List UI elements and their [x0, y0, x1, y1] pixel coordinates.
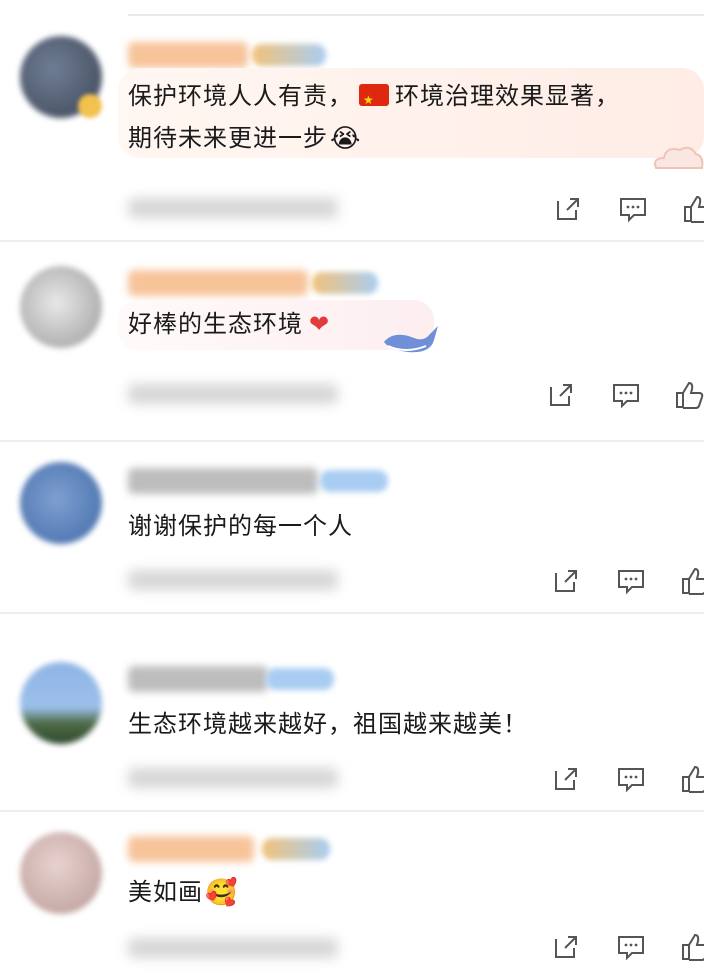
username[interactable] [128, 468, 318, 494]
comment-meta [128, 384, 338, 404]
comment-text-part: 美如画 [128, 878, 203, 906]
user-badge [320, 470, 388, 492]
username[interactable] [128, 836, 254, 862]
comment-text: 谢谢保护的每一个人 [128, 508, 353, 544]
thumbs-up-icon [684, 195, 704, 223]
comment-button[interactable] [616, 566, 646, 596]
comment-button[interactable] [618, 194, 648, 224]
like-button[interactable] [680, 932, 704, 962]
thumbs-up-icon [682, 567, 704, 595]
comment-meta [128, 570, 338, 590]
comment-text: 生态环境越来越好，祖国越来越美！ [128, 706, 528, 742]
share-icon [557, 198, 579, 220]
like-button[interactable] [682, 194, 704, 224]
laughing-tears-emoji-icon: 😭 [330, 124, 362, 154]
comment-divider [0, 440, 704, 442]
thumbs-up-icon [682, 933, 704, 961]
comment-icon [618, 936, 644, 961]
comment-text-part: 好棒的生态环境 [128, 310, 303, 338]
comment-divider [0, 810, 704, 812]
avatar[interactable] [20, 266, 102, 348]
china-flag-icon [359, 82, 389, 118]
share-icon [550, 384, 572, 406]
share-button[interactable] [553, 194, 583, 224]
username[interactable] [128, 270, 308, 296]
share-icon [555, 936, 577, 958]
comment-text-line2: 期待未来更进一步😭 [128, 120, 361, 157]
user-badge [262, 838, 330, 860]
username[interactable] [128, 666, 268, 692]
heart-emoji-icon: ❤ [309, 310, 331, 338]
share-icon [555, 768, 577, 790]
avatar[interactable] [20, 832, 102, 914]
whale-decoration-icon [384, 326, 438, 353]
like-button[interactable] [680, 764, 704, 794]
smiling-hearts-emoji-icon: 🥰 [205, 878, 239, 908]
comment-divider [0, 240, 704, 242]
comment-button[interactable] [616, 764, 646, 794]
comment-button[interactable] [611, 380, 641, 410]
comment-meta [128, 938, 338, 958]
comment-meta [128, 768, 338, 788]
top-divider [128, 14, 704, 16]
avatar[interactable] [20, 662, 102, 744]
vip-badge-icon [78, 94, 102, 118]
cloud-decoration-icon [654, 146, 704, 169]
comment-text-part: 期待未来更进一步 [128, 124, 328, 152]
comment-text-part: 保护环境人人有责， [128, 82, 353, 110]
comment-divider [0, 612, 704, 614]
user-badge [252, 44, 326, 66]
username[interactable] [128, 42, 248, 68]
comment-icon [613, 384, 639, 409]
comment-icon [620, 198, 646, 223]
comment-icon [618, 768, 644, 793]
comment-text: 好棒的生态环境 ❤ [128, 306, 330, 342]
share-button[interactable] [546, 380, 576, 410]
thumbs-up-icon [682, 765, 704, 793]
user-badge [266, 668, 334, 690]
share-button[interactable] [551, 764, 581, 794]
share-button[interactable] [551, 566, 581, 596]
avatar[interactable] [20, 462, 102, 544]
thumbs-up-icon [676, 381, 704, 409]
comment-text: 美如画🥰 [128, 874, 238, 911]
comment-meta [128, 198, 338, 218]
comment-text: 保护环境人人有责， 环境治理效果显著， [128, 78, 620, 118]
share-button[interactable] [551, 932, 581, 962]
user-badge [312, 272, 378, 294]
comment-button[interactable] [616, 932, 646, 962]
comment-text-part: 环境治理效果显著， [395, 82, 620, 110]
comment-icon [618, 570, 644, 595]
like-button[interactable] [680, 566, 704, 596]
share-icon [555, 570, 577, 592]
comment-text-part: 谢谢保护的每一个人 [128, 512, 353, 540]
comment-text-part: 生态环境越来越好，祖国越来越美！ [128, 710, 528, 738]
like-button[interactable] [674, 380, 704, 410]
